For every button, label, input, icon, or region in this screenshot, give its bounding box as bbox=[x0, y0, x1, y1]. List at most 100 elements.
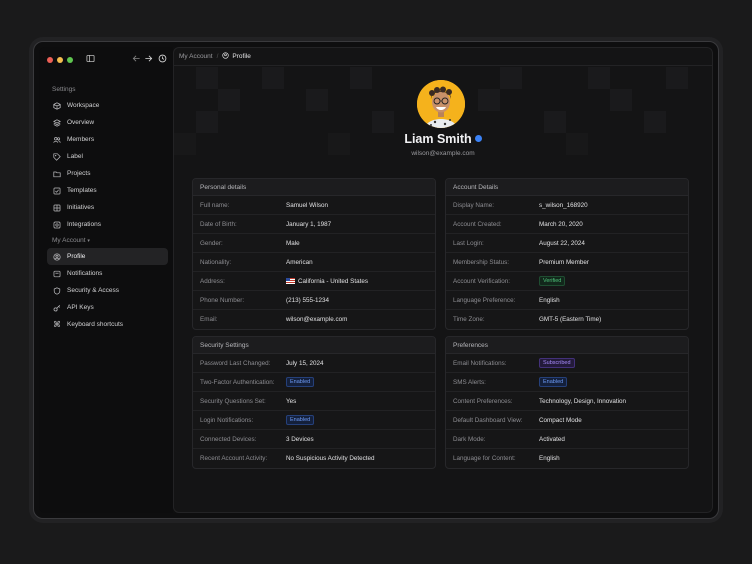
row-value: Yes bbox=[286, 397, 297, 405]
sidebar-item-templates[interactable]: Templates bbox=[47, 182, 168, 199]
sidebar-item-label: Integrations bbox=[67, 221, 101, 228]
my-account-section[interactable]: My Account ▾ bbox=[52, 237, 90, 244]
template-icon bbox=[53, 187, 61, 195]
chevron-down-icon: ▾ bbox=[87, 238, 90, 244]
preferences-card: Preferences Email Notifications: Subscrib… bbox=[445, 336, 689, 469]
user-circle-icon bbox=[53, 252, 61, 261]
verified-badge-icon bbox=[474, 135, 482, 143]
sidebar-item-notifications[interactable]: Notifications bbox=[47, 265, 168, 282]
breadcrumb-parent[interactable]: My Account bbox=[179, 53, 213, 60]
forward-arrow-icon[interactable] bbox=[143, 54, 153, 64]
sidebar-item-keyboard-shortcuts[interactable]: ⌘ Keyboard shortcuts bbox=[47, 316, 168, 333]
row-label: Default Dashboard View: bbox=[453, 416, 523, 424]
address-text: California - United States bbox=[298, 277, 368, 285]
row-value: July 15, 2024 bbox=[286, 359, 324, 367]
sidebar-item-label: Overview bbox=[67, 119, 95, 126]
personal-details-card: Personal details Full name: Samuel Wilson… bbox=[192, 178, 436, 330]
row-value: GMT-5 (Eastern Time) bbox=[539, 316, 602, 323]
table-row: Language for Content: English bbox=[446, 449, 688, 468]
row-label: Security Questions Set: bbox=[200, 397, 266, 405]
sidebar-item-label: Notifications bbox=[67, 270, 103, 277]
row-value: Compact Mode bbox=[539, 416, 582, 424]
sidebar-item-initiatives[interactable]: Initiatives bbox=[47, 199, 168, 216]
window-controls bbox=[47, 57, 73, 63]
row-value: Enabled bbox=[539, 377, 568, 387]
back-arrow-icon[interactable] bbox=[131, 54, 141, 64]
row-label: Full name: bbox=[200, 201, 230, 209]
table-row: Nationality: American bbox=[193, 253, 435, 272]
breadcrumb-current: Profile bbox=[222, 52, 251, 61]
profile-name-text: Liam Smith bbox=[404, 132, 472, 146]
users-icon bbox=[53, 136, 61, 144]
row-value: Activated bbox=[539, 435, 565, 443]
row-value: Premium Member bbox=[539, 258, 590, 266]
table-row: SMS Alerts: Enabled bbox=[446, 373, 688, 392]
table-row: Two-Factor Authentication: Enabled bbox=[193, 373, 435, 392]
row-value: Enabled bbox=[286, 377, 315, 387]
bell-icon bbox=[53, 270, 61, 278]
row-value: Technology, Design, Innovation bbox=[539, 397, 627, 405]
folder-icon bbox=[53, 170, 61, 178]
sidebar-item-members[interactable]: Members bbox=[47, 131, 168, 148]
sidebar-item-security[interactable]: Security & Access bbox=[47, 282, 168, 299]
row-label: Time Zone: bbox=[453, 316, 485, 323]
row-value: (213) 555-1234 bbox=[286, 296, 330, 304]
breadcrumb: My Account / Profile bbox=[174, 48, 712, 66]
row-value: American bbox=[286, 258, 313, 266]
row-label: Language Preference: bbox=[453, 296, 516, 304]
row-label: Content Preferences: bbox=[453, 397, 513, 405]
breadcrumb-separator: / bbox=[216, 53, 219, 60]
cube-icon bbox=[53, 101, 61, 110]
table-row: Recent Account Activity: No Suspicious Ac… bbox=[193, 449, 435, 468]
table-row: Email: wilson@example.com bbox=[193, 310, 435, 329]
sidebar-toggle-icon[interactable] bbox=[85, 54, 95, 64]
row-value: 3 Devices bbox=[286, 435, 314, 443]
row-label: Last Login: bbox=[453, 239, 484, 247]
card-title: Personal details bbox=[193, 179, 435, 196]
maximize-window-button[interactable] bbox=[67, 57, 73, 63]
account-nav: Profile Notifications Security & Access … bbox=[47, 248, 168, 333]
shield-icon bbox=[53, 286, 61, 295]
sidebar-item-workspace[interactable]: Workspace bbox=[47, 97, 168, 114]
status-badge: Subscribed bbox=[539, 358, 575, 368]
history-icon[interactable] bbox=[157, 54, 167, 64]
minimize-window-button[interactable] bbox=[57, 57, 63, 63]
table-row: Login Notifications: Enabled bbox=[193, 411, 435, 430]
card-title: Preferences bbox=[446, 337, 688, 354]
breadcrumb-current-label: Profile bbox=[232, 53, 251, 60]
close-window-button[interactable] bbox=[47, 57, 53, 63]
my-account-label: My Account bbox=[52, 237, 86, 244]
table-row: Email Notifications: Subscribed bbox=[446, 354, 688, 373]
table-row: Phone Number: (213) 555-1234 bbox=[193, 291, 435, 310]
row-label: Account Created: bbox=[453, 220, 502, 228]
row-value: March 20, 2020 bbox=[539, 220, 583, 228]
row-value: January 1, 1987 bbox=[286, 220, 332, 228]
sidebar-item-profile[interactable]: Profile bbox=[47, 248, 168, 265]
us-flag-icon bbox=[286, 278, 295, 284]
avatar[interactable] bbox=[417, 80, 465, 128]
sidebar-item-label: Templates bbox=[67, 187, 97, 194]
sidebar-item-label-nav[interactable]: Label bbox=[47, 148, 168, 165]
profile-email: wilson@example.com bbox=[411, 150, 475, 157]
sidebar-item-overview[interactable]: Overview bbox=[47, 114, 168, 131]
table-row: Content Preferences: Technology, Design, … bbox=[446, 392, 688, 411]
command-icon: ⌘ bbox=[53, 320, 61, 329]
account-details-card: Account Details Display Name: s_wilson_16… bbox=[445, 178, 689, 330]
sidebar-item-projects[interactable]: Projects bbox=[47, 165, 168, 182]
sidebar-item-api-keys[interactable]: API Keys bbox=[47, 299, 168, 316]
sidebar-item-integrations[interactable]: Integrations bbox=[47, 216, 168, 233]
table-row: Membership Status: Premium Member bbox=[446, 253, 688, 272]
table-row: Dark Mode: Activated bbox=[446, 430, 688, 449]
row-label: Connected Devices: bbox=[200, 435, 257, 443]
row-value: s_wilson_168920 bbox=[539, 201, 588, 209]
table-row: Password Last Changed: July 15, 2024 bbox=[193, 354, 435, 373]
row-label: Recent Account Activity: bbox=[200, 455, 268, 462]
row-label: Two-Factor Authentication: bbox=[200, 378, 275, 386]
row-value: Samuel Wilson bbox=[286, 201, 328, 209]
table-row: Date of Birth: January 1, 1987 bbox=[193, 215, 435, 234]
row-value: No Suspicious Activity Detected bbox=[286, 455, 375, 462]
table-row: Language Preference: English bbox=[446, 291, 688, 310]
row-label: Nationality: bbox=[200, 258, 232, 266]
table-row: Time Zone: GMT-5 (Eastern Time) bbox=[446, 310, 688, 329]
card-title: Account Details bbox=[446, 179, 688, 196]
